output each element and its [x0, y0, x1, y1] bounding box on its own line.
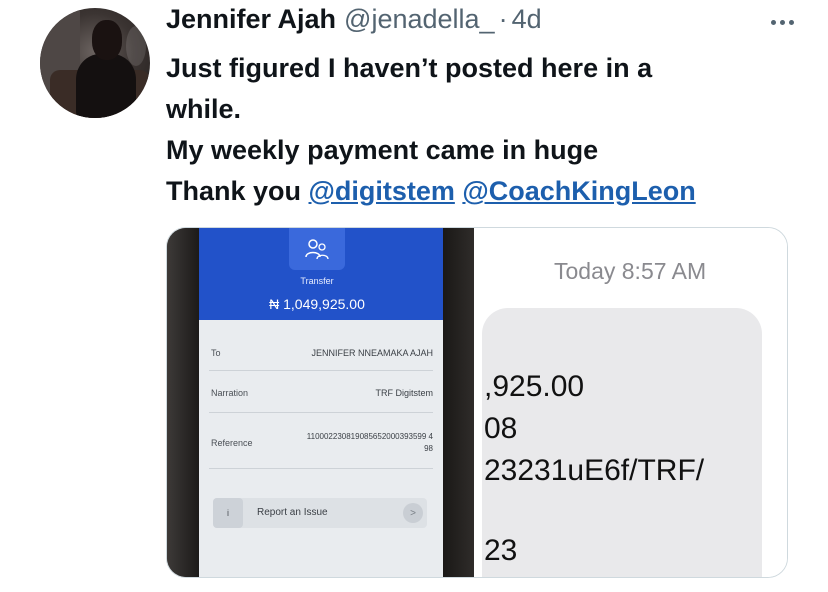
sms-line: ,925.00	[484, 370, 585, 403]
sms-line: 23	[484, 534, 518, 567]
phone-edge-left	[167, 228, 199, 577]
avatar-figure-head	[92, 20, 122, 60]
sms-line: 23231uE6f/TRF/	[484, 454, 705, 487]
chevron-right-icon[interactable]: >	[403, 503, 423, 523]
tweet-timestamp[interactable]: 4d	[512, 4, 542, 35]
receipt-divider	[209, 370, 433, 371]
receipt-amount: ₦ 1,049,925.00	[269, 296, 365, 312]
tweet-text-line: Just figured I haven’t posted here in a	[166, 53, 653, 83]
author-handle[interactable]: @jenadella_	[344, 4, 495, 35]
receipt-reference-value-line1: 110002230819085652000393599 4	[306, 432, 433, 441]
receipt-reference-label: Reference	[211, 438, 253, 448]
transfer-users-icon	[289, 228, 345, 270]
sms-bubble: ,925.00 08 23231uE6f/TRF/ 23	[482, 308, 762, 577]
receipt-to-label: To	[211, 348, 221, 358]
sms-timestamp: Today 8:57 AM	[554, 258, 707, 284]
tweet-text: Just figured I haven’t posted here in a …	[166, 48, 806, 212]
thank-you-text: Thank you	[166, 176, 309, 206]
header-separator: ·	[498, 4, 508, 34]
tweet-text-line: while.	[166, 94, 242, 124]
receipt-reference-value-line2: 98	[424, 444, 433, 453]
report-issue-icon: i	[213, 498, 243, 528]
mention-link-coachkingleon[interactable]: @CoachKingLeon	[462, 176, 695, 206]
phone-edge-right	[443, 228, 474, 577]
receipt-photo[interactable]: Transfer ₦ 1,049,925.00 To JENNIFER NNEA…	[167, 228, 474, 577]
receipt-to-value: JENNIFER NNEAMAKA AJAH	[311, 348, 433, 358]
receipt-narration-value: TRF Digitstem	[375, 388, 433, 398]
avatar[interactable]	[40, 8, 150, 118]
receipt-divider	[209, 468, 433, 469]
receipt-title: Transfer	[300, 276, 334, 286]
author-name[interactable]: Jennifer Ajah	[166, 4, 336, 35]
avatar-highlight	[126, 26, 146, 66]
sms-line: 08	[484, 412, 518, 445]
phone-screen: Transfer ₦ 1,049,925.00 To JENNIFER NNEA…	[199, 228, 443, 577]
report-issue-label: Report an Issue	[257, 507, 328, 518]
more-horizontal-icon[interactable]	[762, 4, 802, 40]
receipt-row-reference: Reference 110002230819085652000393599 4 …	[211, 432, 433, 462]
report-issue-button[interactable]: i Report an Issue >	[213, 498, 427, 528]
tweet-text-line: My weekly payment came in huge	[166, 135, 599, 165]
tweet-header: Jennifer Ajah @jenadella_ · 4d	[166, 4, 808, 44]
sms-screenshot[interactable]: Today 8:57 AM ,925.00 08 23231uE6f/TRF/ …	[474, 228, 787, 577]
receipt-divider	[209, 412, 433, 413]
mention-link-digitstem[interactable]: @digitstem	[309, 176, 455, 206]
receipt-narration-label: Narration	[211, 388, 249, 398]
avatar-figure-body	[76, 54, 136, 118]
tweet-media[interactable]: Transfer ₦ 1,049,925.00 To JENNIFER NNEA…	[166, 227, 788, 578]
tweet-text-line-mentions: Thank you @digitstem @CoachKingLeon	[166, 171, 806, 212]
receipt-header: Transfer ₦ 1,049,925.00	[199, 228, 443, 320]
